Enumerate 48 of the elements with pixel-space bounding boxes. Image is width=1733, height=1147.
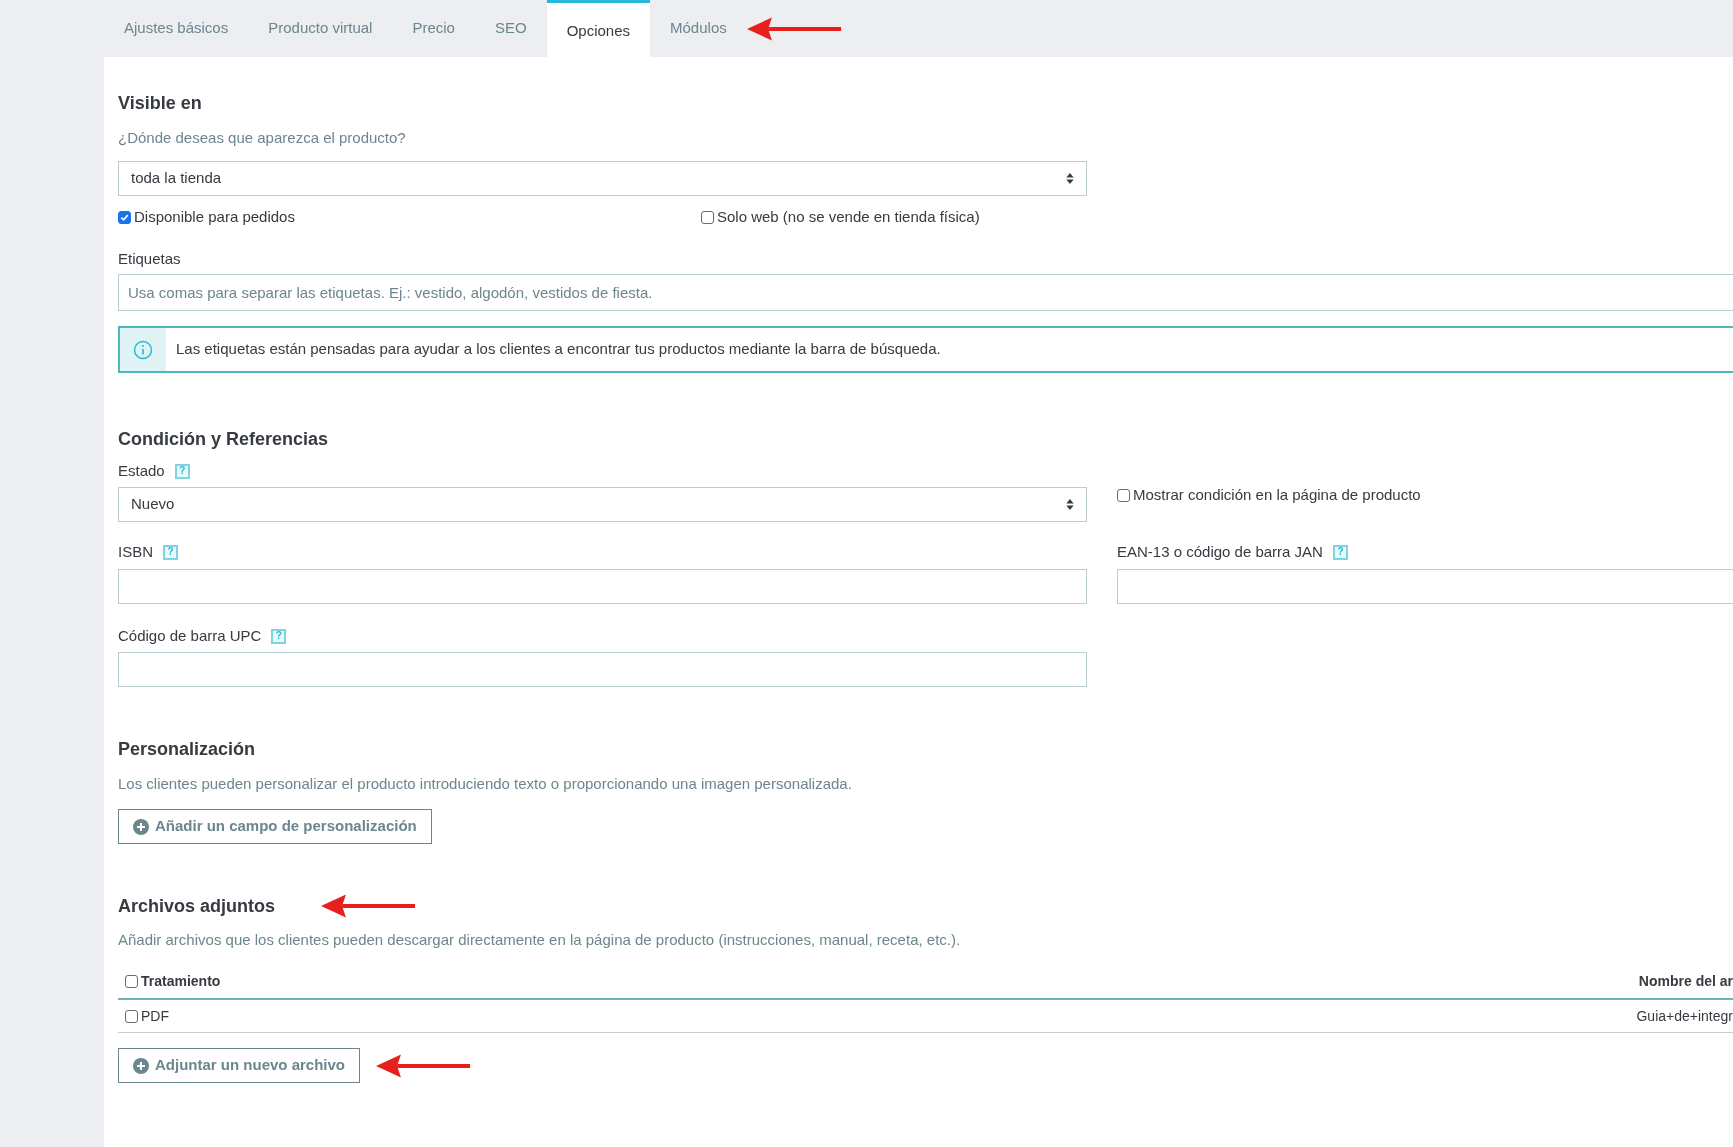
upc-input[interactable] [118,652,1087,687]
checkbox[interactable] [1117,488,1130,502]
plus-circle-icon [133,1057,149,1074]
help-icon[interactable]: ? [271,628,287,644]
ean-input[interactable] [1117,569,1733,604]
help-icon[interactable]: ? [174,463,190,479]
table-cell-text: Guia+de+integr [1636,1006,1733,1026]
tab[interactable]: Opciones [546,0,651,57]
section-heading: Condición y Referencias [118,428,330,451]
column-header: Nombre del ar [1638,971,1733,991]
section-heading: Personalización [118,738,256,761]
sort-icon [1066,499,1074,510]
add-button[interactable]: Adjuntar un nuevo archivo [118,1048,361,1083]
checkbox-label: Disponible para pedidos [134,206,295,227]
info-icon [133,339,153,360]
plus-circle-icon [133,818,149,835]
tab[interactable]: Producto virtual [248,0,393,57]
sort-icon [1066,173,1074,184]
visibility-select[interactable]: toda la tienda [118,161,1087,196]
help-icon[interactable]: ? [163,544,178,560]
field-label: Etiquetas [118,249,182,268]
isbn-input[interactable] [118,569,1087,604]
tab[interactable]: Módulos [650,0,747,57]
add-button[interactable]: Añadir un campo de personalización [118,809,432,844]
section-heading: Visible en [118,92,203,115]
checkbox[interactable] [118,210,131,224]
section-description: Los clientes pueden personalizar el producto introduciendo texto o proporcionando una imagen personalizada. [118,774,852,794]
checkbox[interactable] [125,1009,138,1023]
checkbox[interactable] [125,974,138,988]
tags-input[interactable]: Usa comas para separar las etiquetas. Ej.: vestido, algodón, vestidos de fiesta. [118,274,1733,311]
column-header: Tratamiento [141,971,221,991]
field-label: EAN-13 o código de barra JAN [1117,541,1323,562]
checkbox-label: Solo web (no se vende en tienda física) [717,206,980,227]
tab[interactable]: Ajustes básicos [104,0,249,57]
section-description: ¿Dónde deseas que aparezca el producto? [118,128,407,148]
checkbox[interactable] [701,210,714,224]
help-icon[interactable]: ? [1332,544,1348,560]
table-cell-text: PDF [141,1006,169,1026]
tab[interactable]: Precio [392,0,475,57]
tab[interactable]: SEO [474,0,547,57]
info-text: Las etiquetas están pensadas para ayudar a los clientes a encontrar tus productos mediante la barra de búsqueda. [176,339,941,360]
section-description: Añadir archivos que los clientes pueden descargar directamente en la página de producto (instrucciones, manual, receta, etc.). [118,930,962,950]
field-label: Estado [118,460,165,481]
condition-select[interactable]: Nuevo [118,487,1087,522]
field-label: ISBN [118,541,153,562]
checkbox-label: Mostrar condición en la página de producto [1133,484,1421,505]
field-label: Código de barra UPC [118,625,262,646]
section-heading: Archivos adjuntos [118,895,276,918]
